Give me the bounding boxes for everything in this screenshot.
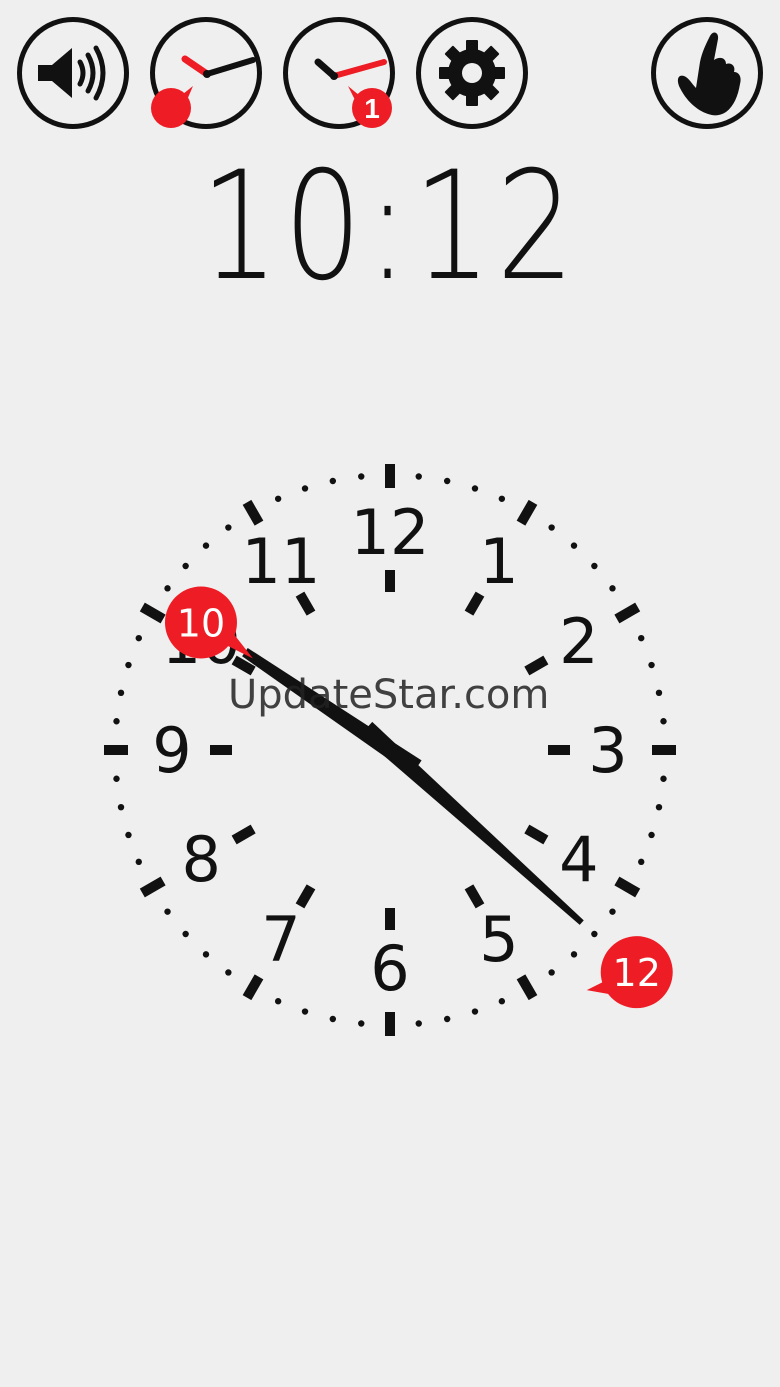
minute-dot (164, 585, 171, 592)
minute-dot (329, 477, 337, 485)
minute-dot (648, 831, 655, 839)
clock-number-1: 1 (479, 525, 518, 598)
minute-dot (648, 661, 655, 669)
hour-tick-outer (139, 602, 166, 624)
minute-dot (164, 908, 171, 915)
minute-dot (471, 1008, 479, 1015)
minute-dot (498, 998, 506, 1005)
minute-dot (125, 661, 132, 669)
minute-dot (498, 495, 506, 502)
clock-number-2: 2 (559, 605, 598, 678)
minute-dot (135, 634, 142, 642)
minute-dot (609, 908, 616, 915)
clock-number-9: 9 (152, 714, 191, 787)
hour-tick-inner (524, 655, 549, 676)
minute-dot (274, 495, 282, 502)
minute-dot (225, 969, 232, 976)
minute-dot (548, 524, 555, 531)
gear-icon (439, 40, 505, 106)
minute-dot (638, 858, 645, 866)
clock-number-5: 5 (479, 903, 518, 976)
minute-dot (655, 803, 663, 811)
minute-dot (182, 562, 189, 570)
minute-dot (329, 1015, 337, 1023)
analog-clock[interactable]: 121234567891011 1012 (90, 450, 690, 1050)
minute-dot (358, 1020, 365, 1027)
minute-dot (202, 542, 210, 549)
clock-number-7: 7 (261, 903, 300, 976)
minute-dot (225, 524, 232, 531)
clock-mode-button[interactable] (150, 17, 262, 129)
minute-dot (415, 473, 422, 480)
minute-dot (113, 718, 120, 725)
minute-dot (655, 689, 663, 697)
minute-dot (570, 542, 578, 549)
clock-number-12: 12 (351, 496, 430, 569)
minute-dot (638, 634, 645, 642)
hour-tick-outer (516, 499, 538, 526)
touch-mode-button[interactable] (651, 17, 763, 129)
hand-pivot (382, 742, 398, 758)
minute-dot (570, 951, 578, 958)
clock-number-4: 4 (559, 823, 598, 896)
minute-dot (113, 775, 120, 782)
minute-dot (301, 485, 309, 492)
minute-dot (443, 477, 451, 485)
hour-tick-inner (231, 824, 256, 845)
analog-clock-icon (151, 55, 256, 128)
digital-time-display: 10:12 (200, 140, 580, 314)
hour-tick-outer (242, 974, 264, 1001)
minute-dot (125, 831, 132, 839)
clock-number-8: 8 (181, 823, 220, 896)
minute-dot (415, 1020, 422, 1027)
minute-dot (609, 585, 616, 592)
minute-dot (135, 858, 142, 866)
minute-bubble-label: 12 (613, 951, 661, 995)
hour-tick-outer (242, 499, 264, 526)
hint-badge-count: 1 (364, 93, 380, 124)
hour-tick-outer (516, 974, 538, 1001)
hour-tick-outer (614, 876, 641, 898)
minute-dot (117, 689, 125, 697)
pointing-hand-icon (677, 32, 741, 116)
clock-number-3: 3 (588, 714, 627, 787)
clock-hint-button[interactable]: 1 (283, 17, 395, 129)
hour-tick-inner (295, 884, 316, 909)
settings-button[interactable] (416, 17, 528, 129)
minute-dot (591, 562, 598, 570)
speaker-icon (38, 45, 106, 101)
minute-dot (660, 718, 667, 725)
minute-dot (591, 930, 598, 938)
minute-dot (471, 485, 479, 492)
minute-dot (660, 775, 667, 782)
hour-tick-outer (139, 876, 166, 898)
minute-dot (548, 969, 555, 976)
sound-button[interactable] (17, 17, 129, 129)
minute-dot (274, 998, 282, 1005)
minute-dot (301, 1008, 309, 1015)
clock-number-6: 6 (370, 932, 409, 1005)
minute-bubble: 12 (586, 936, 673, 1009)
clock-hands[interactable] (242, 647, 584, 925)
minute-dot (117, 803, 125, 811)
hour-tick-inner (524, 824, 549, 845)
analog-clock-hint-icon: 1 (314, 58, 392, 128)
minute-dot (182, 930, 189, 938)
minute-dot (202, 951, 210, 958)
minute-dot (443, 1015, 451, 1023)
hour-tick-outer (614, 602, 641, 624)
clock-number-11: 11 (242, 525, 321, 598)
minute-dot (358, 473, 365, 480)
hour-bubble-label: 10 (177, 602, 225, 646)
